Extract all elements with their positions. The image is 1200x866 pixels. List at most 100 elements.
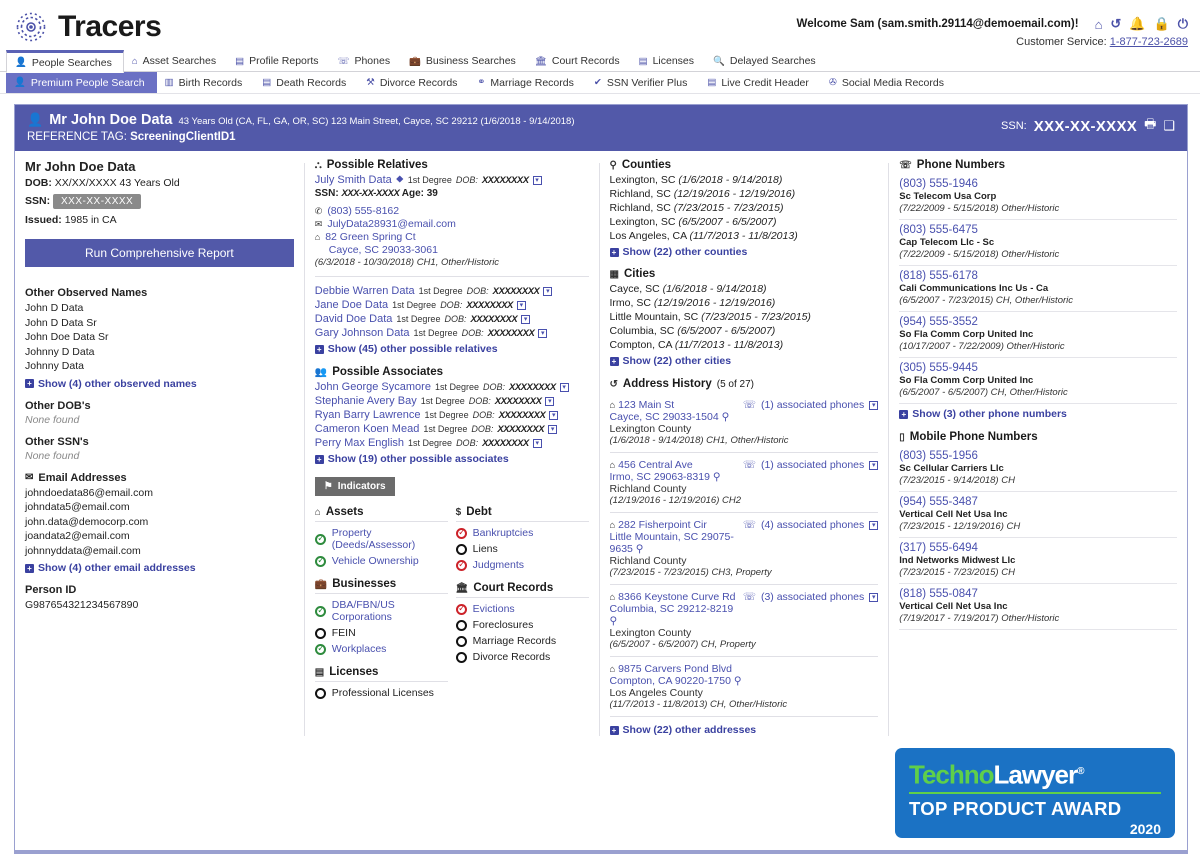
associated-phones-link[interactable]: ☏ (4) associated phones ▾: [743, 519, 879, 531]
subnav-tab-premium-people-search[interactable]: 👤 Premium People Search: [6, 72, 157, 93]
associated-phones-link[interactable]: ☏ (1) associated phones ▾: [743, 459, 879, 471]
subnav-tab-social-media-records[interactable]: ✇ Social Media Records: [821, 72, 956, 93]
address-citystate-row[interactable]: Irmo, SC 29063-8319 ⚲: [610, 471, 721, 483]
associated-phones-link[interactable]: ☏ (3) associated phones ▾: [743, 591, 879, 603]
court-indicator[interactable]: Foreclosures: [455, 619, 589, 631]
business-indicator[interactable]: FEIN: [314, 627, 448, 639]
subnav-tab-death-records[interactable]: ▤ Death Records: [254, 72, 358, 93]
run-comprehensive-report-button[interactable]: Run Comprehensive Report: [25, 239, 294, 267]
expand-icon[interactable]: ▾: [538, 328, 548, 338]
expand-icon[interactable]: ▾: [869, 460, 879, 470]
home-icon[interactable]: ⌂: [1095, 17, 1103, 32]
nav-tab-asset-searches[interactable]: ⌂ Asset Searches: [124, 50, 227, 72]
expand-icon[interactable]: ▾: [559, 382, 569, 392]
bell-icon[interactable]: 🔔: [1129, 16, 1145, 32]
business-indicator[interactable]: Workplaces: [314, 643, 448, 655]
phone-number[interactable]: (803) 555-6475: [899, 224, 1177, 236]
show-other-addresses-link[interactable]: + Show (22) other addresses: [609, 724, 879, 736]
history-icon[interactable]: ↺: [1110, 16, 1121, 32]
subnav-tab-ssn-verifier-plus[interactable]: ✔ SSN Verifier Plus: [586, 72, 700, 93]
printer-icon[interactable]: 🖶: [1144, 115, 1156, 137]
subnav-tab-birth-records[interactable]: ▥ Birth Records: [157, 72, 255, 93]
featured-relative-address-line2[interactable]: Cayce, SC 29033-3061: [329, 244, 438, 256]
expand-icon[interactable]: ▾: [532, 438, 542, 448]
map-pin-icon[interactable]: ⚲: [713, 471, 721, 483]
person-name[interactable]: Gary Johnson Data: [315, 327, 410, 339]
phone-number[interactable]: (803) 555-1946: [899, 178, 1177, 190]
map-pin-icon[interactable]: ⚲: [610, 615, 618, 627]
featured-relative-email[interactable]: JulyData28931@email.com: [327, 218, 456, 230]
address-street-row[interactable]: ⌂ 282 Fisherpoint Cir: [610, 519, 743, 531]
address-citystate-row[interactable]: Compton, CA 90220-1750 ⚲: [610, 675, 742, 687]
expand-icon[interactable]: ▾: [545, 396, 555, 406]
featured-relative-phone[interactable]: (803) 555-8162: [327, 205, 399, 217]
person-name[interactable]: Perry Max English: [315, 437, 404, 449]
featured-relative-name[interactable]: July Smith Data: [315, 174, 392, 186]
indicators-button[interactable]: ⚑ Indicators: [314, 477, 395, 496]
address-street-row[interactable]: ⌂ 123 Main St: [610, 399, 730, 411]
asset-indicator[interactable]: Vehicle Ownership: [314, 555, 448, 567]
address-citystate-row[interactable]: Little Mountain, SC 29075-9635 ⚲: [610, 531, 743, 555]
nav-tab-people-searches[interactable]: 👤 People Searches: [6, 50, 124, 73]
phone-number[interactable]: (803) 555-1956: [899, 450, 1177, 462]
save-icon[interactable]: ❑: [1163, 118, 1175, 134]
map-pin-icon[interactable]: ⚲: [722, 411, 730, 423]
asset-indicator[interactable]: Property (Deeds/Assessor): [314, 527, 448, 551]
show-other-counties-link[interactable]: + Show (22) other counties: [609, 246, 879, 258]
nav-tab-profile-reports[interactable]: ▤ Profile Reports: [227, 50, 329, 72]
license-indicator[interactable]: Professional Licenses: [314, 687, 448, 699]
court-indicator[interactable]: Evictions: [455, 603, 589, 615]
address-street-row[interactable]: ⌂ 9875 Carvers Pond Blvd: [610, 663, 742, 675]
address-citystate-row[interactable]: Cayce, SC 29033-1504 ⚲: [610, 411, 730, 423]
phone-number[interactable]: (818) 555-0847: [899, 588, 1177, 600]
expand-icon[interactable]: ▾: [532, 175, 542, 185]
phone-number[interactable]: (954) 555-3552: [899, 316, 1177, 328]
show-other-relatives-link[interactable]: + Show (45) other possible relatives: [314, 343, 589, 355]
map-pin-icon[interactable]: ⚲: [636, 543, 644, 555]
featured-relative-address-line1[interactable]: 82 Green Spring Ct: [325, 231, 415, 243]
phone-number[interactable]: (954) 555-3487: [899, 496, 1177, 508]
debt-indicator[interactable]: Bankruptcies: [455, 527, 589, 539]
show-other-associates-link[interactable]: + Show (19) other possible associates: [314, 453, 589, 465]
court-indicator[interactable]: Divorce Records: [455, 651, 589, 663]
nav-tab-business-searches[interactable]: 💼 Business Searches: [401, 50, 527, 72]
address-street-row[interactable]: ⌂ 8366 Keystone Curve Rd: [610, 591, 743, 603]
phone-number[interactable]: (305) 555-9445: [899, 362, 1177, 374]
show-other-phone-numbers-link[interactable]: + Show (3) other phone numbers: [899, 408, 1177, 420]
expand-icon[interactable]: ▾: [869, 520, 879, 530]
person-name[interactable]: Ryan Barry Lawrence: [315, 409, 421, 421]
expand-icon[interactable]: ▾: [543, 286, 553, 296]
address-citystate-row[interactable]: Columbia, SC 29212-8219 ⚲: [610, 603, 743, 627]
phone-number[interactable]: (818) 555-6178: [899, 270, 1177, 282]
person-name[interactable]: Cameron Koen Mead: [315, 423, 420, 435]
lock-icon[interactable]: 🔒: [1154, 16, 1170, 32]
person-name[interactable]: Stephanie Avery Bay: [315, 395, 417, 407]
nav-tab-delayed-searches[interactable]: 🔍 Delayed Searches: [705, 50, 827, 72]
address-street-row[interactable]: ⌂ 456 Central Ave: [610, 459, 721, 471]
show-other-email-addresses-link[interactable]: + Show (4) other email addresses: [25, 562, 294, 574]
associated-phones-link[interactable]: ☏ (1) associated phones ▾: [743, 399, 879, 411]
expand-icon[interactable]: ▾: [549, 410, 559, 420]
debt-indicator[interactable]: Liens: [455, 543, 589, 555]
person-name[interactable]: Debbie Warren Data: [315, 285, 415, 297]
nav-tab-phones[interactable]: ☏ Phones: [330, 50, 402, 72]
court-indicator[interactable]: Marriage Records: [455, 635, 589, 647]
nav-tab-licenses[interactable]: ▤ Licenses: [631, 50, 705, 72]
power-icon[interactable]: ⏻: [1178, 16, 1188, 32]
map-pin-icon[interactable]: ⚲: [734, 675, 742, 687]
phone-number[interactable]: (317) 555-6494: [899, 542, 1177, 554]
expand-icon[interactable]: ▾: [869, 400, 879, 410]
subnav-tab-marriage-records[interactable]: ⚭ Marriage Records: [469, 72, 585, 93]
expand-icon[interactable]: ▾: [521, 314, 531, 324]
debt-indicator[interactable]: Judgments: [455, 559, 589, 571]
expand-icon[interactable]: ▾: [869, 592, 879, 602]
expand-icon[interactable]: ▾: [516, 300, 526, 310]
show-other-observed-names-link[interactable]: + Show (4) other observed names: [25, 378, 294, 390]
ssn-masked-chip[interactable]: XXX-XX-XXXX: [53, 194, 142, 209]
person-name[interactable]: Jane Doe Data: [315, 299, 388, 311]
nav-tab-court-records[interactable]: 🏛 Court Records: [527, 50, 631, 72]
person-name[interactable]: David Doe Data: [315, 313, 393, 325]
expand-icon[interactable]: ▾: [548, 424, 558, 434]
subnav-tab-divorce-records[interactable]: ⚒ Divorce Records: [358, 72, 469, 93]
show-other-cities-link[interactable]: + Show (22) other cities: [609, 355, 879, 367]
